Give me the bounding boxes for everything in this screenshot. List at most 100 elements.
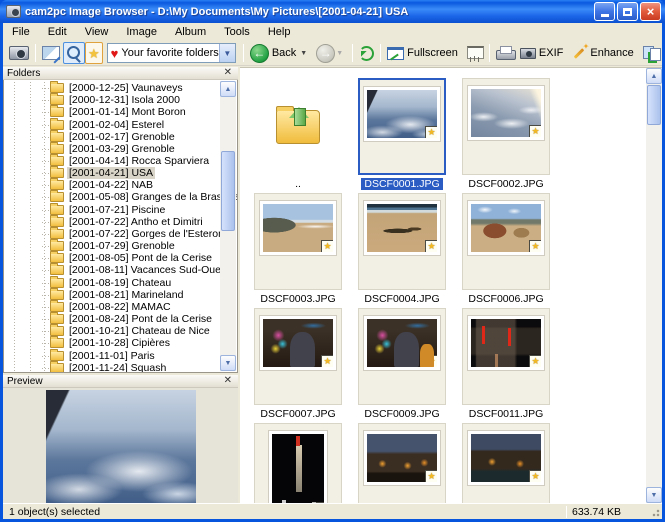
folder-tree-item[interactable]: [2001-08-11] Vacances Sud-Ouest xyxy=(4,264,220,276)
thumbnail-cell[interactable]: DSCF0002.JPG xyxy=(454,78,558,193)
favorite-star-badge[interactable] xyxy=(321,355,334,368)
folder-tree-item[interactable]: [2001-03-29] Grenoble xyxy=(4,143,220,155)
thumbnail-cell[interactable]: .. xyxy=(246,78,350,193)
scroll-down-icon[interactable]: ▼ xyxy=(220,355,236,371)
favorite-star-badge[interactable] xyxy=(425,240,438,253)
camera-transfer-button[interactable] xyxy=(6,42,32,64)
thumbnail-photo[interactable] xyxy=(468,201,544,255)
folder-tree-item[interactable]: [2001-04-14] Rocca Sparviera xyxy=(4,155,220,167)
thumbnail-box[interactable] xyxy=(254,308,342,405)
menu-item-view[interactable]: View xyxy=(76,24,118,40)
parent-folder-icon[interactable] xyxy=(254,78,342,175)
thumbnail-photo[interactable] xyxy=(468,86,544,140)
thumbnail-photo[interactable] xyxy=(364,87,440,141)
back-button[interactable]: ← Back ▼ xyxy=(247,42,313,64)
folder-tree-item[interactable]: [2001-02-04] Esterel xyxy=(4,118,220,130)
thumbnail-box[interactable] xyxy=(254,423,342,503)
folder-tree-item[interactable]: [2001-08-19] Chateau xyxy=(4,277,220,289)
folder-tree-item[interactable]: [2001-11-24] Squash xyxy=(4,362,220,373)
scrollbar-thumb[interactable] xyxy=(221,151,235,231)
favorite-star-badge[interactable] xyxy=(425,355,438,368)
folder-tree-item[interactable]: [2001-08-24] Pont de la Cerise xyxy=(4,313,220,325)
folder-tree-item[interactable]: [2001-10-21] Chateau de Nice xyxy=(4,325,220,337)
thumbnail-cell[interactable] xyxy=(246,423,350,503)
thumbnail-cell[interactable]: DSCF0007.JPG xyxy=(246,308,350,423)
back-history-caret[interactable]: ▼ xyxy=(300,50,307,57)
favorite-star-badge[interactable] xyxy=(321,240,334,253)
thumbnail-photo[interactable] xyxy=(364,316,440,370)
enhance-button[interactable]: Enhance xyxy=(569,42,639,64)
menu-item-image[interactable]: Image xyxy=(117,24,166,40)
favorite-star-badge[interactable] xyxy=(425,126,438,139)
menu-item-help[interactable]: Help xyxy=(259,24,300,40)
thumbnail-cell[interactable]: DSCF0011.JPG xyxy=(454,308,558,423)
folder-tree-item[interactable]: [2001-08-21] Marineland xyxy=(4,289,220,301)
folder-tree-item[interactable]: [2000-12-25] Vaunaveys xyxy=(4,82,220,94)
menu-item-album[interactable]: Album xyxy=(166,24,215,40)
folders-scrollbar[interactable]: ▲ ▼ xyxy=(220,81,236,371)
folders-close-icon[interactable]: ✕ xyxy=(222,68,234,78)
thumbnail-photo[interactable] xyxy=(260,316,336,370)
thumbnail-box[interactable] xyxy=(462,193,550,290)
folder-tree-item[interactable]: [2001-07-22] Antho et Dimitri xyxy=(4,216,220,228)
resize-grip-icon[interactable] xyxy=(649,506,661,518)
menu-item-file[interactable]: File xyxy=(3,24,39,40)
main-scrollbar[interactable]: ▲ ▼ xyxy=(646,68,662,503)
print-button[interactable] xyxy=(493,42,517,64)
scroll-down-icon[interactable]: ▼ xyxy=(646,487,662,503)
favorite-star-badge[interactable] xyxy=(425,470,438,483)
refresh-button[interactable] xyxy=(356,42,377,64)
menu-item-edit[interactable]: Edit xyxy=(39,24,76,40)
folder-tree-item[interactable]: [2001-04-21] USA xyxy=(4,167,220,179)
favorite-star-badge[interactable] xyxy=(529,125,542,138)
folder-tree-item[interactable]: [2001-10-28] Cipières xyxy=(4,337,220,349)
thumbnail-cell[interactable]: DSCF0001.JPG xyxy=(350,78,454,193)
convert-button[interactable] xyxy=(640,42,664,64)
folder-tree-item[interactable]: [2000-12-31] Isola 2000 xyxy=(4,94,220,106)
thumbnail-box[interactable] xyxy=(358,423,446,503)
favorite-star-badge[interactable] xyxy=(529,470,542,483)
folder-tree-item[interactable]: [2001-04-22] NAB xyxy=(4,179,220,191)
thumbnail-photo[interactable] xyxy=(364,201,440,255)
thumbnail-photo[interactable] xyxy=(364,431,440,485)
folder-tree-item[interactable]: [2001-07-29] Grenoble xyxy=(4,240,220,252)
folder-tree-item[interactable]: [2001-01-14] Mont Boron xyxy=(4,106,220,118)
thumbnail-box[interactable] xyxy=(254,193,342,290)
folder-tree-item[interactable]: [2001-08-05] Pont de la Cerise xyxy=(4,252,220,264)
thumbnail-cell[interactable]: DSCF0009.JPG xyxy=(350,308,454,423)
thumbnail-box[interactable] xyxy=(358,193,446,290)
folder-tree-item[interactable]: [2001-11-01] Paris xyxy=(4,349,220,361)
exif-button[interactable]: EXIF xyxy=(517,42,569,64)
chevron-down-icon[interactable]: ▼ xyxy=(219,44,235,62)
preview-close-icon[interactable]: ✕ xyxy=(222,376,234,386)
thumbnail-box[interactable] xyxy=(462,423,550,503)
thumbnail-cell[interactable]: DSCF0006.JPG xyxy=(454,193,558,308)
browse-mode-button[interactable] xyxy=(63,42,85,64)
thumbnail-box[interactable] xyxy=(462,78,550,175)
thumbnail-photo[interactable] xyxy=(269,431,327,503)
maximize-button[interactable] xyxy=(617,2,638,21)
folder-tree-item[interactable]: [2001-07-21] Piscine xyxy=(4,204,220,216)
forward-button[interactable]: → ▼ xyxy=(313,42,349,64)
close-button[interactable]: × xyxy=(640,2,661,21)
thumbnail-box[interactable] xyxy=(358,78,446,175)
fullscreen-button[interactable]: Fullscreen xyxy=(384,42,464,64)
slideshow-button[interactable] xyxy=(464,42,486,64)
favorites-button[interactable]: ★ xyxy=(85,42,103,64)
folder-tree-item[interactable]: [2001-02-17] Grenoble xyxy=(4,131,220,143)
thumbnail-cell[interactable]: DSCF0003.JPG xyxy=(246,193,350,308)
folder-tree-item[interactable]: [2001-05-08] Granges de la Brasque xyxy=(4,191,220,203)
menu-item-tools[interactable]: Tools xyxy=(215,24,259,40)
scrollbar-thumb[interactable] xyxy=(647,85,661,125)
image-adjust-button[interactable] xyxy=(39,42,63,64)
scroll-up-icon[interactable]: ▲ xyxy=(646,68,662,84)
thumbnail-box[interactable] xyxy=(462,308,550,405)
thumbnail-cell[interactable]: DSCF0004.JPG xyxy=(350,193,454,308)
favorite-star-badge[interactable] xyxy=(529,355,542,368)
thumbnail-cell[interactable] xyxy=(350,423,454,503)
thumbnail-photo[interactable] xyxy=(468,431,544,485)
favorite-folders-dropdown[interactable]: ♥ Your favorite folders ▼ xyxy=(107,43,236,63)
folder-tree-item[interactable]: [2001-07-22] Gorges de l'Esteron xyxy=(4,228,220,240)
thumbnail-photo[interactable] xyxy=(260,201,336,255)
thumbnail-box[interactable] xyxy=(358,308,446,405)
